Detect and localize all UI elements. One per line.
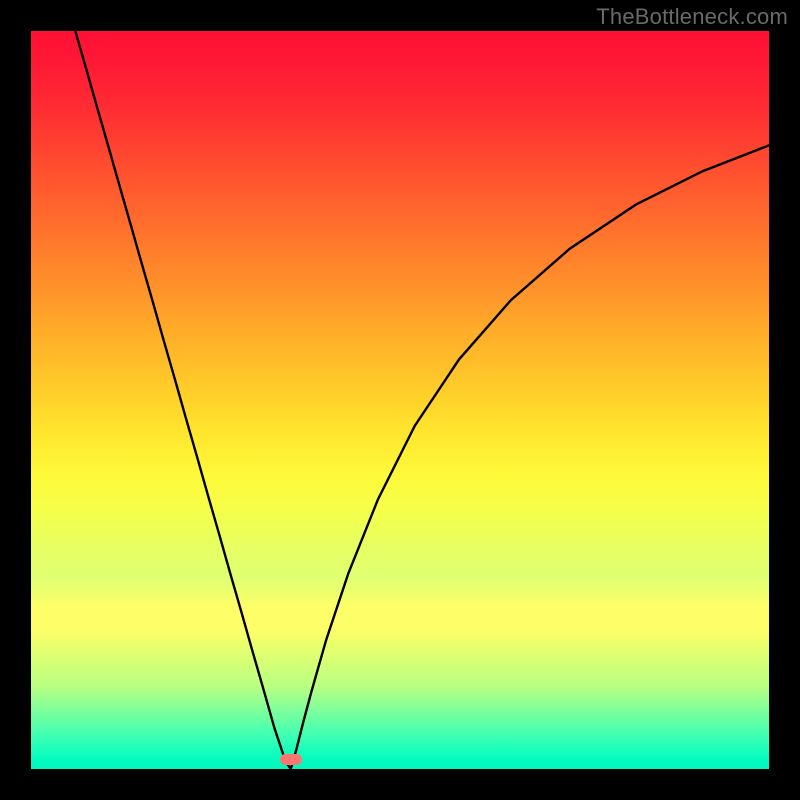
bottleneck-curve <box>31 31 769 769</box>
plot-area <box>31 31 769 769</box>
outer-frame: TheBottleneck.com <box>0 0 800 800</box>
watermark-text: TheBottleneck.com <box>596 4 788 30</box>
